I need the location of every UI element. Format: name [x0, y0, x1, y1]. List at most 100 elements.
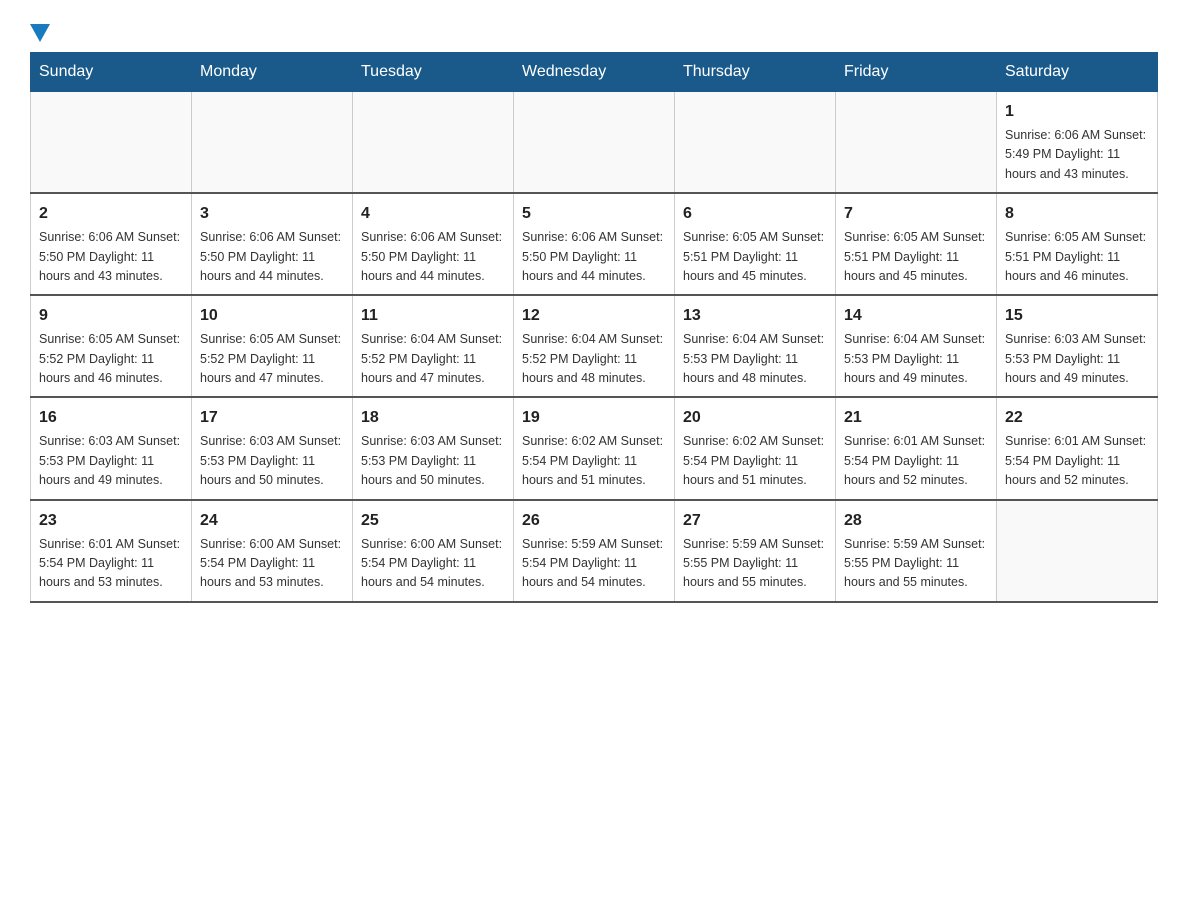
day-number: 5: [522, 202, 666, 226]
day-info: Sunrise: 5:59 AM Sunset: 5:54 PM Dayligh…: [522, 535, 666, 593]
day-number: 15: [1005, 304, 1149, 328]
day-info: Sunrise: 5:59 AM Sunset: 5:55 PM Dayligh…: [683, 535, 827, 593]
calendar-cell: 2Sunrise: 6:06 AM Sunset: 5:50 PM Daylig…: [31, 193, 192, 295]
day-info: Sunrise: 6:06 AM Sunset: 5:50 PM Dayligh…: [39, 228, 183, 286]
day-info: Sunrise: 6:00 AM Sunset: 5:54 PM Dayligh…: [200, 535, 344, 593]
day-info: Sunrise: 6:02 AM Sunset: 5:54 PM Dayligh…: [522, 432, 666, 490]
day-number: 20: [683, 406, 827, 430]
calendar-week-row: 9Sunrise: 6:05 AM Sunset: 5:52 PM Daylig…: [31, 295, 1158, 397]
logo: [30, 20, 50, 42]
calendar-cell: 19Sunrise: 6:02 AM Sunset: 5:54 PM Dayli…: [514, 397, 675, 499]
calendar-cell: 8Sunrise: 6:05 AM Sunset: 5:51 PM Daylig…: [997, 193, 1158, 295]
page-header: [30, 20, 1158, 42]
day-number: 2: [39, 202, 183, 226]
day-number: 3: [200, 202, 344, 226]
day-info: Sunrise: 6:03 AM Sunset: 5:53 PM Dayligh…: [1005, 330, 1149, 388]
calendar-week-row: 16Sunrise: 6:03 AM Sunset: 5:53 PM Dayli…: [31, 397, 1158, 499]
day-number: 16: [39, 406, 183, 430]
day-info: Sunrise: 6:04 AM Sunset: 5:53 PM Dayligh…: [844, 330, 988, 388]
day-number: 22: [1005, 406, 1149, 430]
day-number: 9: [39, 304, 183, 328]
calendar-cell: [353, 92, 514, 194]
calendar-cell: 15Sunrise: 6:03 AM Sunset: 5:53 PM Dayli…: [997, 295, 1158, 397]
day-number: 7: [844, 202, 988, 226]
calendar-cell: 26Sunrise: 5:59 AM Sunset: 5:54 PM Dayli…: [514, 500, 675, 602]
calendar-cell: 14Sunrise: 6:04 AM Sunset: 5:53 PM Dayli…: [836, 295, 997, 397]
calendar-cell: 13Sunrise: 6:04 AM Sunset: 5:53 PM Dayli…: [675, 295, 836, 397]
day-info: Sunrise: 5:59 AM Sunset: 5:55 PM Dayligh…: [844, 535, 988, 593]
calendar-cell: [31, 92, 192, 194]
weekday-header-tuesday: Tuesday: [353, 53, 514, 92]
day-info: Sunrise: 6:04 AM Sunset: 5:52 PM Dayligh…: [361, 330, 505, 388]
calendar-cell: 18Sunrise: 6:03 AM Sunset: 5:53 PM Dayli…: [353, 397, 514, 499]
day-number: 12: [522, 304, 666, 328]
calendar-cell: 7Sunrise: 6:05 AM Sunset: 5:51 PM Daylig…: [836, 193, 997, 295]
day-info: Sunrise: 6:03 AM Sunset: 5:53 PM Dayligh…: [39, 432, 183, 490]
day-number: 4: [361, 202, 505, 226]
weekday-header-sunday: Sunday: [31, 53, 192, 92]
day-number: 11: [361, 304, 505, 328]
calendar-cell: [192, 92, 353, 194]
weekday-header-wednesday: Wednesday: [514, 53, 675, 92]
calendar-cell: 10Sunrise: 6:05 AM Sunset: 5:52 PM Dayli…: [192, 295, 353, 397]
day-info: Sunrise: 6:03 AM Sunset: 5:53 PM Dayligh…: [361, 432, 505, 490]
calendar-cell: 21Sunrise: 6:01 AM Sunset: 5:54 PM Dayli…: [836, 397, 997, 499]
calendar-week-row: 2Sunrise: 6:06 AM Sunset: 5:50 PM Daylig…: [31, 193, 1158, 295]
calendar-table: SundayMondayTuesdayWednesdayThursdayFrid…: [30, 52, 1158, 603]
calendar-cell: 12Sunrise: 6:04 AM Sunset: 5:52 PM Dayli…: [514, 295, 675, 397]
logo-triangle-icon: [30, 24, 50, 42]
day-info: Sunrise: 6:00 AM Sunset: 5:54 PM Dayligh…: [361, 535, 505, 593]
day-info: Sunrise: 6:04 AM Sunset: 5:53 PM Dayligh…: [683, 330, 827, 388]
calendar-cell: 16Sunrise: 6:03 AM Sunset: 5:53 PM Dayli…: [31, 397, 192, 499]
day-info: Sunrise: 6:06 AM Sunset: 5:50 PM Dayligh…: [522, 228, 666, 286]
day-info: Sunrise: 6:01 AM Sunset: 5:54 PM Dayligh…: [844, 432, 988, 490]
day-number: 10: [200, 304, 344, 328]
calendar-cell: 20Sunrise: 6:02 AM Sunset: 5:54 PM Dayli…: [675, 397, 836, 499]
calendar-cell: [836, 92, 997, 194]
day-number: 18: [361, 406, 505, 430]
day-info: Sunrise: 6:03 AM Sunset: 5:53 PM Dayligh…: [200, 432, 344, 490]
day-number: 23: [39, 509, 183, 533]
calendar-cell: 17Sunrise: 6:03 AM Sunset: 5:53 PM Dayli…: [192, 397, 353, 499]
day-number: 25: [361, 509, 505, 533]
day-info: Sunrise: 6:05 AM Sunset: 5:51 PM Dayligh…: [683, 228, 827, 286]
day-number: 21: [844, 406, 988, 430]
day-info: Sunrise: 6:06 AM Sunset: 5:50 PM Dayligh…: [200, 228, 344, 286]
calendar-cell: 11Sunrise: 6:04 AM Sunset: 5:52 PM Dayli…: [353, 295, 514, 397]
calendar-cell: 4Sunrise: 6:06 AM Sunset: 5:50 PM Daylig…: [353, 193, 514, 295]
calendar-cell: 28Sunrise: 5:59 AM Sunset: 5:55 PM Dayli…: [836, 500, 997, 602]
calendar-cell: 22Sunrise: 6:01 AM Sunset: 5:54 PM Dayli…: [997, 397, 1158, 499]
day-info: Sunrise: 6:05 AM Sunset: 5:52 PM Dayligh…: [39, 330, 183, 388]
day-number: 14: [844, 304, 988, 328]
weekday-header-row: SundayMondayTuesdayWednesdayThursdayFrid…: [31, 53, 1158, 92]
calendar-week-row: 23Sunrise: 6:01 AM Sunset: 5:54 PM Dayli…: [31, 500, 1158, 602]
weekday-header-monday: Monday: [192, 53, 353, 92]
calendar-cell: 23Sunrise: 6:01 AM Sunset: 5:54 PM Dayli…: [31, 500, 192, 602]
day-info: Sunrise: 6:05 AM Sunset: 5:51 PM Dayligh…: [844, 228, 988, 286]
calendar-cell: 27Sunrise: 5:59 AM Sunset: 5:55 PM Dayli…: [675, 500, 836, 602]
day-number: 28: [844, 509, 988, 533]
day-info: Sunrise: 6:05 AM Sunset: 5:52 PM Dayligh…: [200, 330, 344, 388]
day-info: Sunrise: 6:06 AM Sunset: 5:49 PM Dayligh…: [1005, 126, 1149, 184]
day-info: Sunrise: 6:01 AM Sunset: 5:54 PM Dayligh…: [39, 535, 183, 593]
day-info: Sunrise: 6:02 AM Sunset: 5:54 PM Dayligh…: [683, 432, 827, 490]
calendar-cell: 24Sunrise: 6:00 AM Sunset: 5:54 PM Dayli…: [192, 500, 353, 602]
day-number: 6: [683, 202, 827, 226]
calendar-cell: 9Sunrise: 6:05 AM Sunset: 5:52 PM Daylig…: [31, 295, 192, 397]
day-info: Sunrise: 6:01 AM Sunset: 5:54 PM Dayligh…: [1005, 432, 1149, 490]
calendar-week-row: 1Sunrise: 6:06 AM Sunset: 5:49 PM Daylig…: [31, 92, 1158, 194]
calendar-cell: 3Sunrise: 6:06 AM Sunset: 5:50 PM Daylig…: [192, 193, 353, 295]
day-number: 1: [1005, 100, 1149, 124]
day-number: 8: [1005, 202, 1149, 226]
weekday-header-friday: Friday: [836, 53, 997, 92]
day-info: Sunrise: 6:06 AM Sunset: 5:50 PM Dayligh…: [361, 228, 505, 286]
day-number: 17: [200, 406, 344, 430]
day-number: 13: [683, 304, 827, 328]
calendar-cell: [514, 92, 675, 194]
calendar-cell: 5Sunrise: 6:06 AM Sunset: 5:50 PM Daylig…: [514, 193, 675, 295]
calendar-cell: [675, 92, 836, 194]
day-number: 19: [522, 406, 666, 430]
calendar-cell: [997, 500, 1158, 602]
day-info: Sunrise: 6:04 AM Sunset: 5:52 PM Dayligh…: [522, 330, 666, 388]
day-info: Sunrise: 6:05 AM Sunset: 5:51 PM Dayligh…: [1005, 228, 1149, 286]
